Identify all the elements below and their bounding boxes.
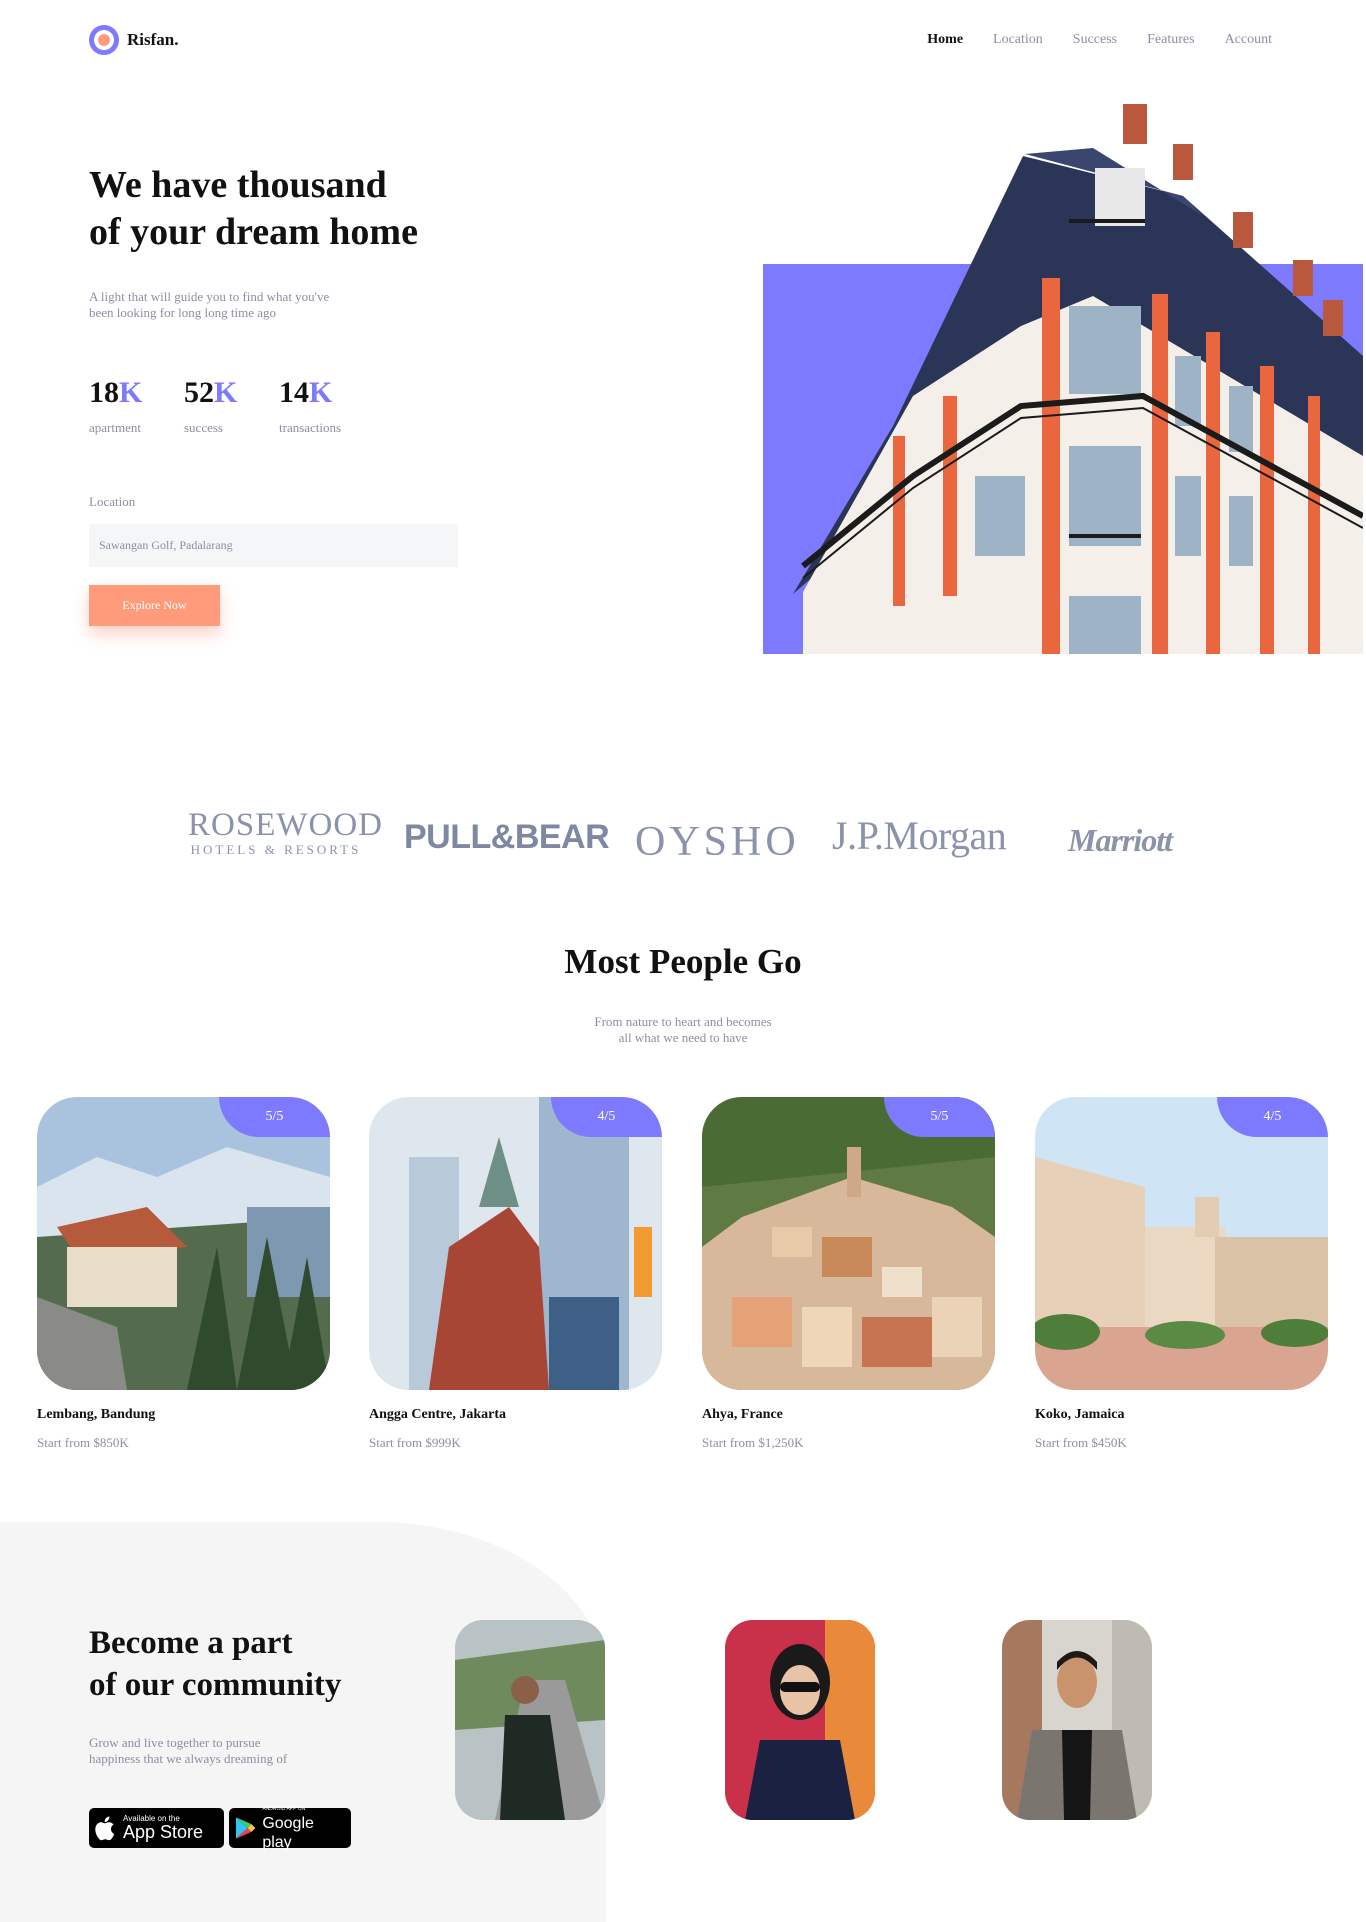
community-title: Become a part of our community [89, 1622, 409, 1706]
main-menu: Home Location Success Features Account [927, 32, 1272, 48]
stat-label: transactions [279, 420, 342, 435]
partner-logos: ROSEWOOD HOTELS & RESORTS PULL&BEAR OYSH… [188, 808, 1178, 872]
nav-location[interactable]: Location [993, 32, 1043, 48]
destination-card[interactable]: 4/5 Koko, Jamaica Start from $450K [1035, 1097, 1328, 1451]
hero-subtitle-line2: been looking for long long time ago [89, 305, 277, 320]
destination-image: 5/5 [37, 1097, 330, 1390]
explore-now-button[interactable]: Explore Now [89, 585, 220, 626]
community-subtitle: Grow and live together to pursue happine… [89, 1735, 349, 1767]
google-play-button[interactable]: ANDROID APP ON Google play [229, 1806, 351, 1851]
nav-success[interactable]: Success [1073, 32, 1117, 48]
google-play-big: Google play [262, 1814, 314, 1851]
app-store-text: Available on the App Store [123, 1814, 203, 1842]
brand-logo[interactable]: Risfan. [89, 25, 178, 55]
nav-account[interactable]: Account [1225, 32, 1272, 48]
apple-icon [95, 1816, 115, 1841]
community-member-photo [725, 1620, 875, 1820]
destination-price: Start from $999K [369, 1435, 461, 1450]
stat-label: apartment [89, 420, 141, 435]
destination-image: 4/5 [1035, 1097, 1328, 1390]
destination-price: Start from $850K [37, 1435, 129, 1450]
destination-card[interactable]: 5/5 Ahya, France Start from $1,250K [702, 1097, 995, 1451]
hero-title-line1: We have thousand [89, 164, 387, 206]
nav-home[interactable]: Home [927, 32, 963, 48]
stat-suffix: K [309, 376, 333, 409]
stat-apartment: 18K apartment [89, 376, 184, 436]
brand-name: Risfan. [127, 30, 179, 49]
community-member-photo [1002, 1620, 1152, 1820]
oysho-logo: OYSHO [635, 819, 800, 865]
section-subtitle-line2: all what we need to have [618, 1030, 748, 1045]
community-subtitle-line1: Grow and live together to pursue [89, 1735, 261, 1750]
destination-price: Start from $1,250K [702, 1435, 804, 1450]
hero-building-image [763, 104, 1363, 654]
hero-subtitle: A light that will guide you to find what… [89, 289, 369, 321]
stat-value: 18 [89, 376, 119, 409]
stat-value: 52 [184, 376, 214, 409]
brand-circle-icon [89, 25, 119, 55]
destination-card[interactable]: 4/5 Angga Centre, Jakarta Start from $99… [369, 1097, 662, 1451]
app-store-button[interactable]: Available on the App Store [89, 1808, 224, 1848]
rosewood-logo: ROSEWOOD HOTELS & RESORTS [188, 807, 383, 858]
stat-transactions: 14K transactions [279, 376, 374, 436]
destination-name: Angga Centre, Jakarta [369, 1407, 507, 1422]
community-subtitle-line2: happiness that we always dreaming of [89, 1751, 288, 1766]
stat-suffix: K [214, 376, 238, 409]
location-input[interactable]: Sawangan Golf, Padalarang [89, 524, 458, 567]
top-navbar: Risfan. Home Location Success Features A… [0, 0, 1366, 80]
location-label: Location [89, 494, 136, 509]
marriott-logo: Marriott [1068, 822, 1173, 858]
destination-price: Start from $450K [1035, 1435, 1127, 1450]
community-title-line2: of our community [89, 1667, 342, 1703]
stat-success: 52K success [184, 376, 279, 436]
community-title-line1: Become a part [89, 1625, 293, 1661]
destination-name: Lembang, Bandung [37, 1407, 156, 1422]
rosewood-logo-line1: ROSEWOOD [188, 807, 383, 843]
rosewood-logo-line2: HOTELS & RESORTS [190, 842, 362, 857]
section-subtitle: From nature to heart and becomes all wha… [583, 1014, 783, 1046]
destination-image: 5/5 [702, 1097, 995, 1390]
stat-suffix: K [119, 376, 143, 409]
stat-value: 14 [279, 376, 309, 409]
hero-title-line2: of your dream home [89, 211, 418, 253]
app-store-big: App Store [123, 1822, 204, 1842]
stats-row: 18K apartment 52K success 14K transactio… [89, 376, 374, 436]
stat-label: success [184, 420, 223, 435]
community-member-photo [455, 1620, 605, 1820]
jpmorgan-logo: J.P.Morgan [832, 813, 1007, 858]
destination-name: Koko, Jamaica [1035, 1407, 1125, 1422]
location-value: Sawangan Golf, Padalarang [99, 538, 233, 552]
section-title-most-people-go: Most People Go [564, 942, 802, 981]
hero-subtitle-line1: A light that will guide you to find what… [89, 289, 330, 304]
nav-features[interactable]: Features [1147, 32, 1194, 48]
pullbear-logo: PULL&BEAR [404, 818, 610, 856]
destination-image: 4/5 [369, 1097, 662, 1390]
destination-card[interactable]: 5/5 Lembang, Bandung Start from $850K [37, 1097, 330, 1451]
hero-title: We have thousand of your dream home [89, 162, 509, 256]
google-play-text: ANDROID APP ON Google play [262, 1805, 345, 1852]
google-play-icon [235, 1817, 256, 1839]
destination-name: Ahya, France [702, 1407, 783, 1422]
google-play-small: ANDROID APP ON [262, 1805, 306, 1812]
section-subtitle-line1: From nature to heart and becomes [594, 1014, 772, 1029]
